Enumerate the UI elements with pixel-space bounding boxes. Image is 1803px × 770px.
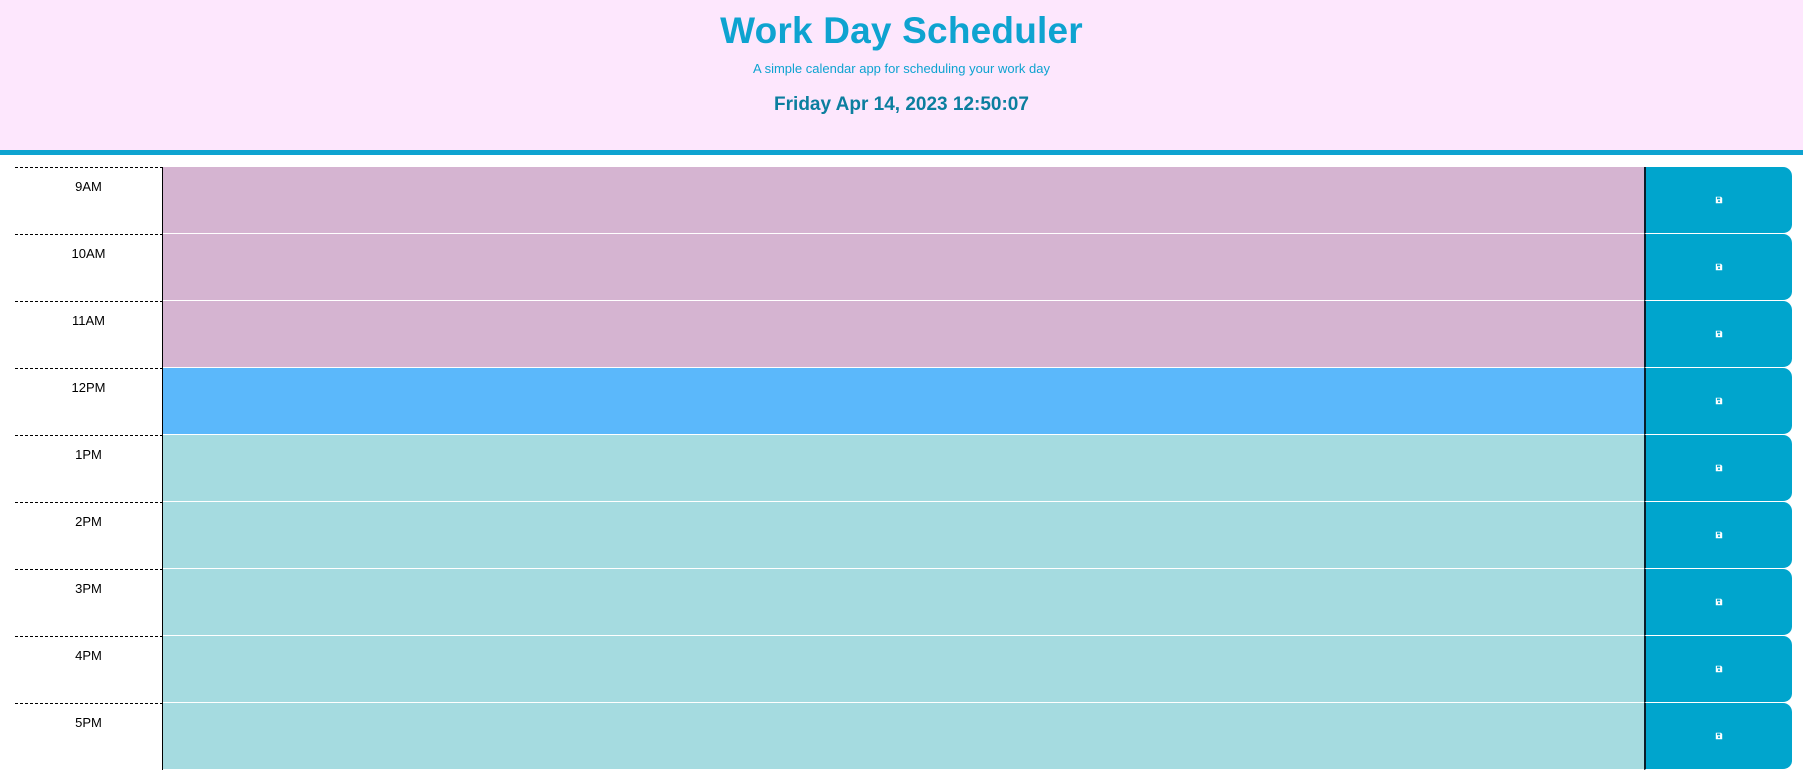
time-block-row: 4PM <box>15 636 1793 703</box>
save-icon <box>1715 397 1723 405</box>
event-description-input[interactable] <box>163 167 1644 234</box>
time-block-row: 9AM <box>15 167 1793 234</box>
hour-label: 11AM <box>15 301 163 368</box>
save-button[interactable] <box>1644 301 1792 368</box>
save-button[interactable] <box>1644 502 1792 569</box>
event-description-input[interactable] <box>163 301 1644 368</box>
hour-label: 2PM <box>15 502 163 569</box>
event-description-input[interactable] <box>163 234 1644 301</box>
time-block-row: 12PM <box>15 368 1793 435</box>
event-description-input[interactable] <box>163 502 1644 569</box>
time-block-row: 11AM <box>15 301 1793 368</box>
event-description-input[interactable] <box>163 636 1644 703</box>
save-button[interactable] <box>1644 368 1792 435</box>
time-block-row: 2PM <box>15 502 1793 569</box>
hour-label: 9AM <box>15 167 163 234</box>
save-icon <box>1715 665 1723 673</box>
time-block-row: 1PM <box>15 435 1793 502</box>
save-icon <box>1715 263 1723 271</box>
event-description-input[interactable] <box>163 703 1644 770</box>
save-button[interactable] <box>1644 234 1792 301</box>
hour-label: 12PM <box>15 368 163 435</box>
hour-label: 10AM <box>15 234 163 301</box>
save-icon <box>1715 531 1723 539</box>
time-block-row: 10AM <box>15 234 1793 301</box>
time-block-row: 5PM <box>15 703 1793 770</box>
hour-label: 1PM <box>15 435 163 502</box>
schedule-container: 9AM 10AM 11AM 12PM 1PM 2PM 3PM 4PM 5PM <box>15 167 1793 770</box>
hour-label: 4PM <box>15 636 163 703</box>
hour-label: 5PM <box>15 703 163 770</box>
event-description-input[interactable] <box>163 569 1644 636</box>
save-icon <box>1715 196 1723 204</box>
event-description-input[interactable] <box>163 368 1644 435</box>
save-button[interactable] <box>1644 569 1792 636</box>
save-button[interactable] <box>1644 167 1792 234</box>
save-button[interactable] <box>1644 435 1792 502</box>
time-block-row: 3PM <box>15 569 1793 636</box>
event-description-input[interactable] <box>163 435 1644 502</box>
save-icon <box>1715 732 1723 740</box>
page-subtitle: A simple calendar app for scheduling you… <box>753 61 1050 76</box>
save-button[interactable] <box>1644 703 1792 770</box>
save-button[interactable] <box>1644 636 1792 703</box>
save-icon <box>1715 464 1723 472</box>
current-day: Friday Apr 14, 2023 12:50:07 <box>774 94 1029 115</box>
hour-label: 3PM <box>15 569 163 636</box>
page-title: Work Day Scheduler <box>720 10 1083 51</box>
save-icon <box>1715 598 1723 606</box>
page-header: Work Day Scheduler A simple calendar app… <box>0 0 1803 155</box>
save-icon <box>1715 330 1723 338</box>
